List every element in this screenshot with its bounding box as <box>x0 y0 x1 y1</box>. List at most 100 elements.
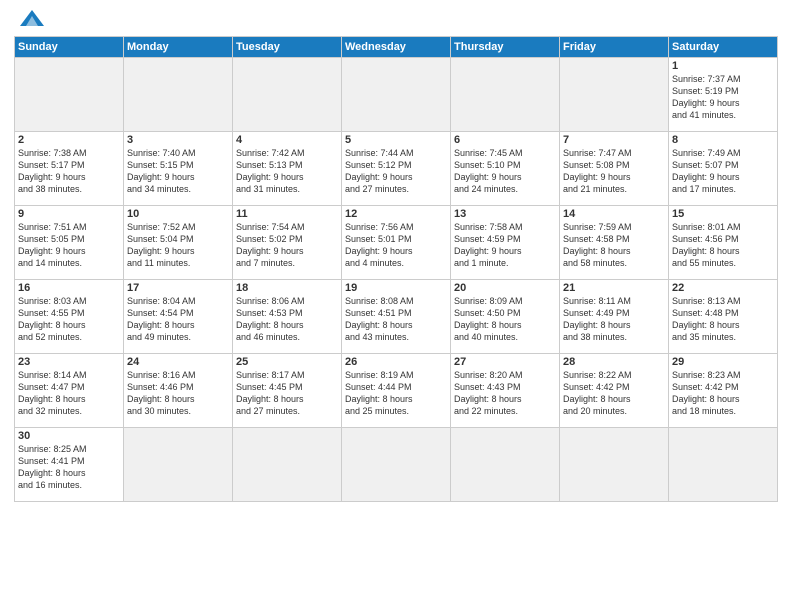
day-info: Sunrise: 8:08 AM Sunset: 4:51 PM Dayligh… <box>345 295 447 344</box>
calendar-cell <box>124 428 233 502</box>
calendar-cell: 24Sunrise: 8:16 AM Sunset: 4:46 PM Dayli… <box>124 354 233 428</box>
calendar-cell <box>560 428 669 502</box>
calendar-week-row: 9Sunrise: 7:51 AM Sunset: 5:05 PM Daylig… <box>15 206 778 280</box>
day-number: 19 <box>345 282 447 294</box>
calendar-cell: 25Sunrise: 8:17 AM Sunset: 4:45 PM Dayli… <box>233 354 342 428</box>
calendar-cell <box>342 58 451 132</box>
day-info: Sunrise: 8:23 AM Sunset: 4:42 PM Dayligh… <box>672 369 774 418</box>
calendar-cell: 8Sunrise: 7:49 AM Sunset: 5:07 PM Daylig… <box>669 132 778 206</box>
day-number: 1 <box>672 60 774 72</box>
calendar-cell: 12Sunrise: 7:56 AM Sunset: 5:01 PM Dayli… <box>342 206 451 280</box>
day-number: 5 <box>345 134 447 146</box>
calendar-cell: 6Sunrise: 7:45 AM Sunset: 5:10 PM Daylig… <box>451 132 560 206</box>
weekday-header: Friday <box>560 37 669 58</box>
day-info: Sunrise: 8:11 AM Sunset: 4:49 PM Dayligh… <box>563 295 665 344</box>
day-info: Sunrise: 7:38 AM Sunset: 5:17 PM Dayligh… <box>18 147 120 196</box>
day-number: 15 <box>672 208 774 220</box>
calendar-cell: 18Sunrise: 8:06 AM Sunset: 4:53 PM Dayli… <box>233 280 342 354</box>
day-number: 9 <box>18 208 120 220</box>
calendar-week-row: 2Sunrise: 7:38 AM Sunset: 5:17 PM Daylig… <box>15 132 778 206</box>
day-info: Sunrise: 8:16 AM Sunset: 4:46 PM Dayligh… <box>127 369 229 418</box>
day-info: Sunrise: 8:01 AM Sunset: 4:56 PM Dayligh… <box>672 221 774 270</box>
calendar-cell: 20Sunrise: 8:09 AM Sunset: 4:50 PM Dayli… <box>451 280 560 354</box>
day-info: Sunrise: 7:52 AM Sunset: 5:04 PM Dayligh… <box>127 221 229 270</box>
day-info: Sunrise: 8:06 AM Sunset: 4:53 PM Dayligh… <box>236 295 338 344</box>
day-info: Sunrise: 7:54 AM Sunset: 5:02 PM Dayligh… <box>236 221 338 270</box>
day-number: 24 <box>127 356 229 368</box>
day-number: 3 <box>127 134 229 146</box>
day-number: 14 <box>563 208 665 220</box>
day-info: Sunrise: 7:42 AM Sunset: 5:13 PM Dayligh… <box>236 147 338 196</box>
calendar-cell: 16Sunrise: 8:03 AM Sunset: 4:55 PM Dayli… <box>15 280 124 354</box>
calendar-week-row: 16Sunrise: 8:03 AM Sunset: 4:55 PM Dayli… <box>15 280 778 354</box>
calendar-cell: 3Sunrise: 7:40 AM Sunset: 5:15 PM Daylig… <box>124 132 233 206</box>
calendar-week-row: 1Sunrise: 7:37 AM Sunset: 5:19 PM Daylig… <box>15 58 778 132</box>
calendar-cell: 15Sunrise: 8:01 AM Sunset: 4:56 PM Dayli… <box>669 206 778 280</box>
day-number: 28 <box>563 356 665 368</box>
calendar-cell <box>124 58 233 132</box>
calendar: SundayMondayTuesdayWednesdayThursdayFrid… <box>14 36 778 502</box>
calendar-cell: 11Sunrise: 7:54 AM Sunset: 5:02 PM Dayli… <box>233 206 342 280</box>
day-number: 23 <box>18 356 120 368</box>
header <box>14 10 778 30</box>
calendar-cell: 27Sunrise: 8:20 AM Sunset: 4:43 PM Dayli… <box>451 354 560 428</box>
calendar-cell: 28Sunrise: 8:22 AM Sunset: 4:42 PM Dayli… <box>560 354 669 428</box>
day-info: Sunrise: 7:59 AM Sunset: 4:58 PM Dayligh… <box>563 221 665 270</box>
day-number: 27 <box>454 356 556 368</box>
day-number: 16 <box>18 282 120 294</box>
calendar-cell: 17Sunrise: 8:04 AM Sunset: 4:54 PM Dayli… <box>124 280 233 354</box>
day-number: 30 <box>18 430 120 442</box>
calendar-cell <box>233 58 342 132</box>
calendar-cell <box>15 58 124 132</box>
calendar-cell <box>560 58 669 132</box>
weekday-header: Monday <box>124 37 233 58</box>
calendar-cell: 23Sunrise: 8:14 AM Sunset: 4:47 PM Dayli… <box>15 354 124 428</box>
day-info: Sunrise: 8:17 AM Sunset: 4:45 PM Dayligh… <box>236 369 338 418</box>
calendar-cell: 22Sunrise: 8:13 AM Sunset: 4:48 PM Dayli… <box>669 280 778 354</box>
day-number: 7 <box>563 134 665 146</box>
calendar-cell: 10Sunrise: 7:52 AM Sunset: 5:04 PM Dayli… <box>124 206 233 280</box>
calendar-cell: 13Sunrise: 7:58 AM Sunset: 4:59 PM Dayli… <box>451 206 560 280</box>
day-info: Sunrise: 8:19 AM Sunset: 4:44 PM Dayligh… <box>345 369 447 418</box>
calendar-week-row: 30Sunrise: 8:25 AM Sunset: 4:41 PM Dayli… <box>15 428 778 502</box>
calendar-cell: 2Sunrise: 7:38 AM Sunset: 5:17 PM Daylig… <box>15 132 124 206</box>
day-info: Sunrise: 8:22 AM Sunset: 4:42 PM Dayligh… <box>563 369 665 418</box>
day-number: 10 <box>127 208 229 220</box>
day-number: 6 <box>454 134 556 146</box>
weekday-header: Tuesday <box>233 37 342 58</box>
page: SundayMondayTuesdayWednesdayThursdayFrid… <box>0 0 792 612</box>
day-number: 18 <box>236 282 338 294</box>
day-info: Sunrise: 8:04 AM Sunset: 4:54 PM Dayligh… <box>127 295 229 344</box>
day-info: Sunrise: 7:47 AM Sunset: 5:08 PM Dayligh… <box>563 147 665 196</box>
day-number: 13 <box>454 208 556 220</box>
day-number: 12 <box>345 208 447 220</box>
calendar-cell: 21Sunrise: 8:11 AM Sunset: 4:49 PM Dayli… <box>560 280 669 354</box>
day-number: 20 <box>454 282 556 294</box>
calendar-cell: 4Sunrise: 7:42 AM Sunset: 5:13 PM Daylig… <box>233 132 342 206</box>
calendar-cell: 5Sunrise: 7:44 AM Sunset: 5:12 PM Daylig… <box>342 132 451 206</box>
day-info: Sunrise: 8:20 AM Sunset: 4:43 PM Dayligh… <box>454 369 556 418</box>
calendar-cell: 7Sunrise: 7:47 AM Sunset: 5:08 PM Daylig… <box>560 132 669 206</box>
day-info: Sunrise: 8:25 AM Sunset: 4:41 PM Dayligh… <box>18 443 120 492</box>
calendar-cell: 29Sunrise: 8:23 AM Sunset: 4:42 PM Dayli… <box>669 354 778 428</box>
day-number: 4 <box>236 134 338 146</box>
calendar-cell: 19Sunrise: 8:08 AM Sunset: 4:51 PM Dayli… <box>342 280 451 354</box>
calendar-cell <box>451 58 560 132</box>
day-info: Sunrise: 7:58 AM Sunset: 4:59 PM Dayligh… <box>454 221 556 270</box>
day-number: 25 <box>236 356 338 368</box>
weekday-header: Saturday <box>669 37 778 58</box>
day-number: 2 <box>18 134 120 146</box>
calendar-cell: 1Sunrise: 7:37 AM Sunset: 5:19 PM Daylig… <box>669 58 778 132</box>
calendar-week-row: 23Sunrise: 8:14 AM Sunset: 4:47 PM Dayli… <box>15 354 778 428</box>
day-info: Sunrise: 8:13 AM Sunset: 4:48 PM Dayligh… <box>672 295 774 344</box>
calendar-cell <box>451 428 560 502</box>
calendar-cell <box>233 428 342 502</box>
day-info: Sunrise: 7:40 AM Sunset: 5:15 PM Dayligh… <box>127 147 229 196</box>
calendar-cell: 26Sunrise: 8:19 AM Sunset: 4:44 PM Dayli… <box>342 354 451 428</box>
day-info: Sunrise: 7:45 AM Sunset: 5:10 PM Dayligh… <box>454 147 556 196</box>
calendar-cell: 14Sunrise: 7:59 AM Sunset: 4:58 PM Dayli… <box>560 206 669 280</box>
day-info: Sunrise: 7:44 AM Sunset: 5:12 PM Dayligh… <box>345 147 447 196</box>
weekday-header: Thursday <box>451 37 560 58</box>
day-number: 21 <box>563 282 665 294</box>
weekday-header: Wednesday <box>342 37 451 58</box>
